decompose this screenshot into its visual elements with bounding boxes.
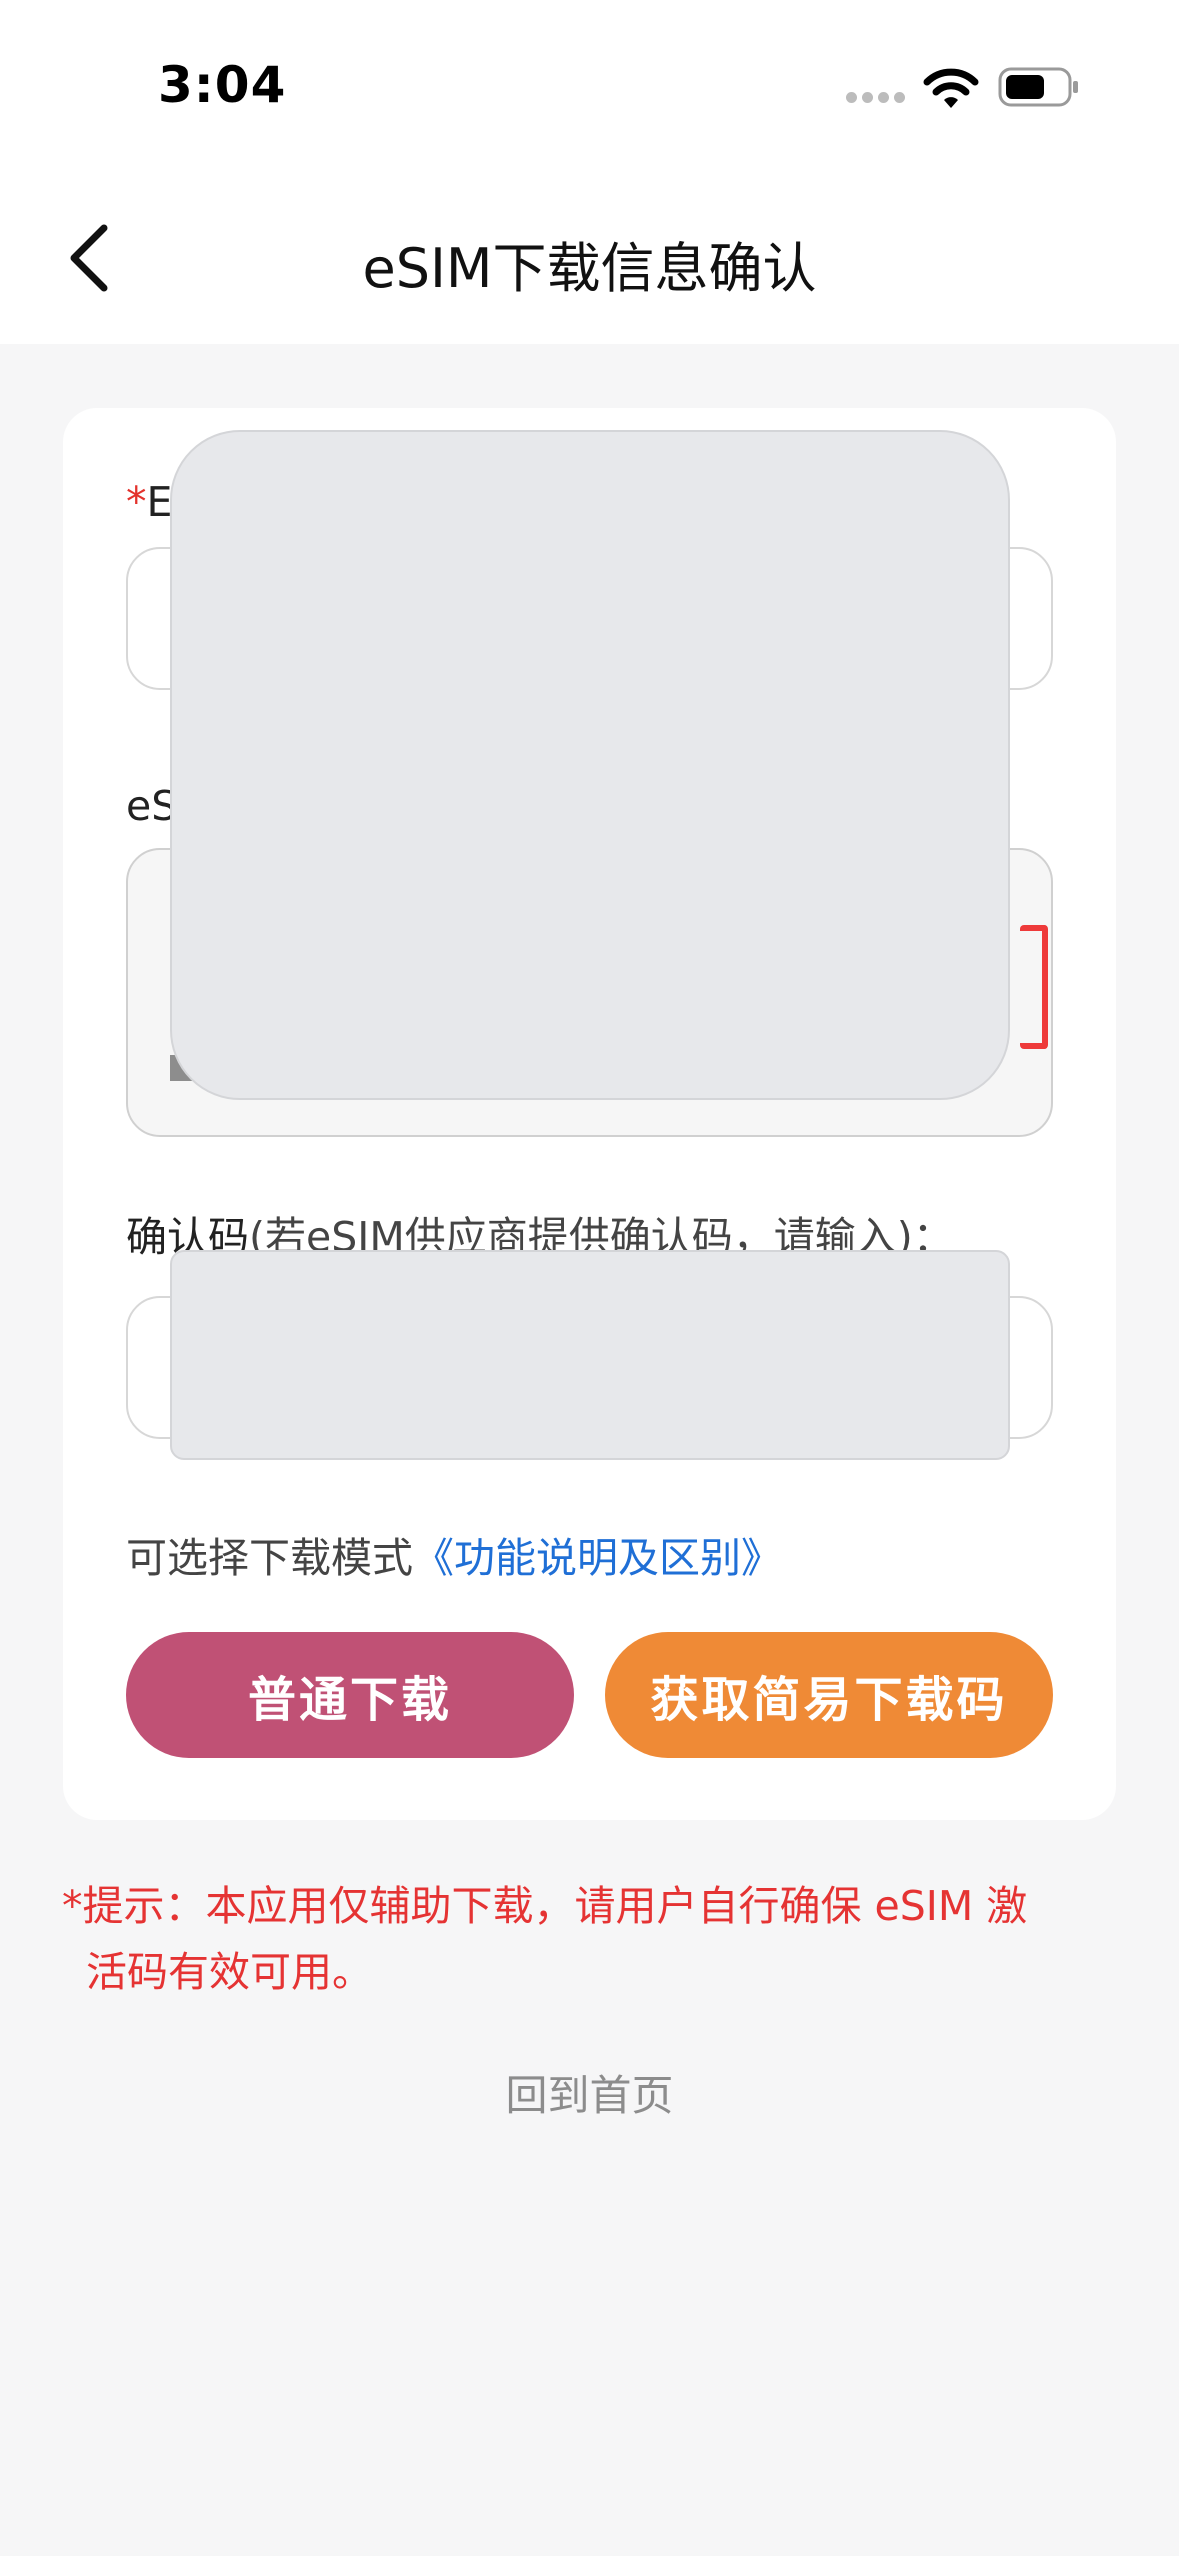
- warning-tip: *提示：本应用仅辅助下载，请用户自行确保 eSIM 激 活码有效可用。: [62, 1873, 1122, 2005]
- signal-dots-icon: [846, 92, 906, 106]
- wifi-icon: [923, 68, 979, 108]
- status-time: 3:04: [158, 56, 287, 114]
- download-mode-row: 可选择下载模式《功能说明及区别》: [126, 1524, 782, 1584]
- normal-download-button[interactable]: 普通下载: [126, 1632, 574, 1758]
- field1-label: *E: [126, 478, 172, 526]
- privacy-mask-overlay: [170, 430, 1010, 1100]
- field1-label-text: E: [146, 478, 173, 526]
- battery-icon: [998, 67, 1078, 107]
- warning-tip-line1: *提示：本应用仅辅助下载，请用户自行确保 eSIM 激: [62, 1882, 1028, 1930]
- required-mark: *: [126, 478, 147, 526]
- warning-tip-line2: 活码有效可用。: [86, 1948, 373, 1996]
- download-mode-label: 可选择下载模式: [126, 1534, 413, 1582]
- highlight-frame: [1020, 925, 1048, 1049]
- privacy-mask-overlay-2: [170, 1250, 1010, 1460]
- get-simple-download-code-button[interactable]: 获取简易下载码: [605, 1632, 1053, 1758]
- back-to-home-link[interactable]: 回到首页: [0, 2062, 1179, 2123]
- feature-explanation-link[interactable]: 《功能说明及区别》: [413, 1534, 782, 1582]
- page-title: eSIM下载信息确认: [362, 237, 817, 300]
